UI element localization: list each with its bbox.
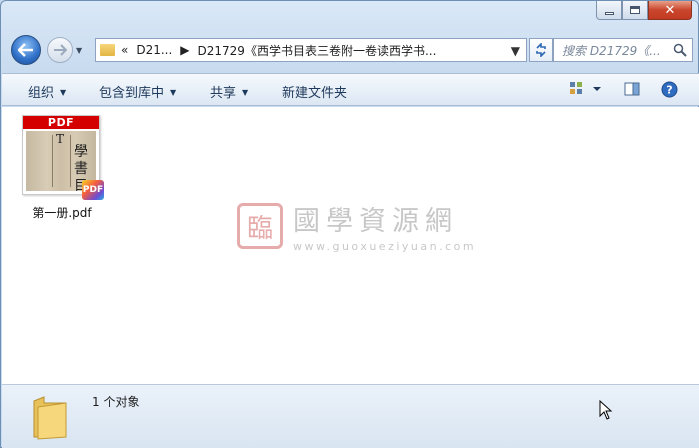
- search-icon[interactable]: [673, 43, 687, 57]
- chevron-down-icon: ▼: [242, 88, 249, 97]
- forward-arrow-icon: [54, 44, 67, 56]
- file-list-area[interactable]: PDF T 學 書 目 PDF 第一册.pdf 臨 國學資源網 www.guox…: [2, 107, 699, 384]
- breadcrumb-separator-icon[interactable]: ▶: [180, 43, 189, 57]
- organize-label: 组织: [28, 86, 55, 101]
- maximize-icon: [630, 6, 640, 14]
- preview-pane-button[interactable]: [624, 81, 640, 100]
- file-item[interactable]: PDF T 學 書 目 PDF 第一册.pdf: [20, 115, 104, 221]
- pdf-thumbnail: PDF T 學 書 目 PDF: [22, 115, 104, 200]
- watermark: 臨 國學資源網 www.guoxueziyuan.com: [237, 199, 476, 253]
- folder-icon: [100, 44, 115, 56]
- svg-text:?: ?: [666, 84, 672, 97]
- refresh-icon: [536, 43, 546, 57]
- address-bar[interactable]: « D21... ▶ D21729《西学书目表三卷附一卷读西学书... ▼: [95, 38, 527, 62]
- watermark-text: 國學資源網 www.guoxueziyuan.com: [293, 199, 476, 253]
- chevron-down-icon: ▼: [60, 88, 67, 97]
- change-view-button[interactable]: [569, 81, 603, 100]
- page-rule: [70, 135, 71, 187]
- help-icon: ?: [661, 81, 678, 98]
- refresh-button[interactable]: [529, 38, 553, 62]
- close-button[interactable]: ✕: [648, 1, 692, 20]
- watermark-seal-logo: 臨: [237, 203, 283, 249]
- recent-pages-dropdown-icon[interactable]: ▼: [76, 46, 82, 55]
- file-name[interactable]: 第一册.pdf: [20, 204, 104, 221]
- search-box[interactable]: 搜索 D21729《...: [553, 38, 693, 62]
- include-in-library-button[interactable]: 包含到库中 ▼: [99, 82, 176, 101]
- organize-button[interactable]: 组织 ▼: [28, 82, 66, 101]
- watermark-title: 國學資源網: [293, 206, 458, 237]
- page-rule: [52, 135, 53, 187]
- minimize-icon: [604, 11, 614, 15]
- minimize-button[interactable]: [596, 1, 622, 20]
- folder-icon: [33, 396, 67, 440]
- help-button[interactable]: ?: [661, 81, 678, 101]
- search-input[interactable]: 搜索 D21729《...: [562, 42, 674, 59]
- close-icon: ✕: [664, 2, 676, 18]
- address-dropdown-icon[interactable]: ▼: [511, 44, 520, 58]
- pdf-band: PDF: [23, 116, 99, 129]
- pdf-app-badge-icon: PDF: [82, 180, 104, 200]
- explorer-window: ✕ ▼ « D21... ▶ D21729《西学书目表三卷附一卷读西学书... …: [0, 0, 699, 448]
- view-options-icon: [570, 82, 601, 94]
- back-button[interactable]: [11, 35, 41, 65]
- navigation-row: ▼ « D21... ▶ D21729《西学书目表三卷附一卷读西学书... ▼ …: [9, 34, 693, 66]
- preview-pane-icon: [624, 82, 640, 96]
- share-label: 共享: [210, 86, 237, 101]
- details-pane: 1 个对象: [2, 384, 699, 448]
- chevron-down-icon: ▼: [170, 88, 177, 97]
- item-count: 1 个对象: [92, 395, 140, 409]
- command-bar: 组织 ▼ 包含到库中 ▼ 共享 ▼ 新建文件夹 ?: [2, 73, 699, 106]
- forward-button[interactable]: [47, 37, 73, 63]
- share-button[interactable]: 共享 ▼: [210, 82, 248, 101]
- breadcrumb-item[interactable]: D21...: [136, 43, 172, 57]
- breadcrumb-item[interactable]: D21729《西学书目表三卷附一卷读西学书...: [198, 42, 437, 59]
- address-overflow[interactable]: «: [121, 43, 128, 57]
- back-arrow-icon: [18, 43, 33, 57]
- new-folder-label: 新建文件夹: [282, 86, 348, 101]
- include-in-library-label: 包含到库中: [99, 86, 165, 101]
- caption-buttons: ✕: [596, 1, 692, 20]
- new-folder-button[interactable]: 新建文件夹: [282, 82, 347, 101]
- maximize-button[interactable]: [622, 1, 648, 20]
- page-title-T: T: [56, 132, 65, 146]
- mouse-cursor-icon: [599, 400, 613, 420]
- watermark-url: www.guoxueziyuan.com: [293, 240, 477, 253]
